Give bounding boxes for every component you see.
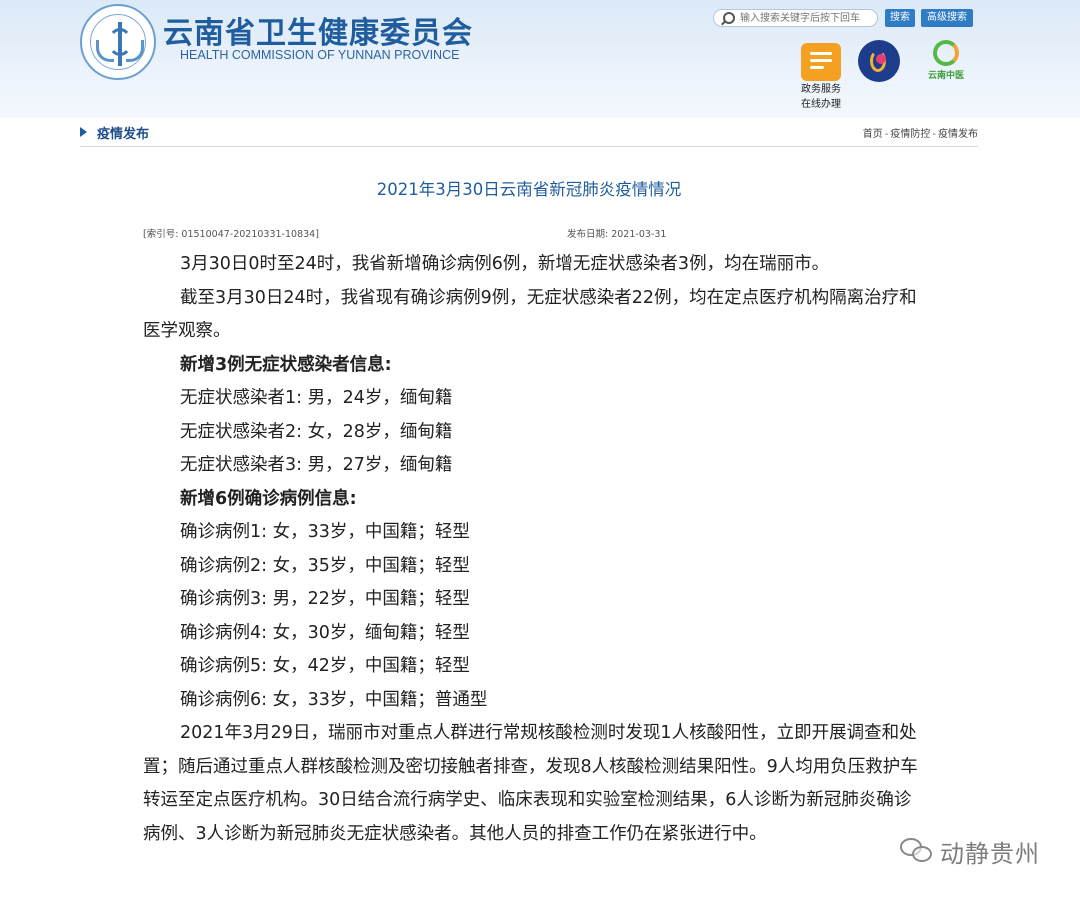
yunnan-tcm-logo[interactable]: 云南中医 [920, 40, 972, 84]
closing-paragraph: 2021年3月29日，瑞丽市对重点人群进行常规核酸检测时发现1人核酸阳性，立即开… [143, 723, 918, 844]
breadcrumb-separator: - [932, 129, 936, 140]
section-title[interactable]: 疫情发布 [97, 123, 149, 142]
confirmed-item: 确诊病例1: 女，33岁，中国籍；轻型 [180, 522, 470, 542]
service-label-line1: 政务服务 [801, 84, 841, 95]
paragraph: 3月30日0时至24时，我省新增确诊病例6例，新增无症状感染者3例，均在瑞丽市。 [180, 254, 830, 274]
provincial-logo-icon[interactable] [858, 40, 900, 82]
confirmed-item: 确诊病例6: 女，33岁，中国籍；普通型 [180, 689, 488, 710]
breadcrumb-epidemic-control[interactable]: 疫情防控 [890, 129, 930, 140]
watermark-text: 动静贵州 [940, 840, 1040, 868]
article-body: 3月30日0时至24时，我省新增确诊病例6例，新增无症状感染者3例，均在瑞丽市。… [143, 248, 918, 851]
government-service-icon [801, 43, 841, 81]
service-label-line2: 在线办理 [801, 99, 841, 110]
yunnan-tcm-label: 云南中医 [927, 71, 964, 81]
breadcrumb: 首页 - 疫情防控 - 疫情发布 [863, 125, 978, 140]
search-input[interactable] [740, 11, 875, 25]
confirmed-item: 确诊病例5: 女，42岁，中国籍；轻型 [180, 656, 470, 676]
asymptomatic-item: 无症状感染者2: 女，28岁，缅甸籍 [180, 421, 453, 442]
health-commission-emblem-icon[interactable] [80, 4, 156, 80]
section-nav: 疫情发布 首页 - 疫情防控 - 疫情发布 [80, 118, 978, 147]
article-title: 2021年3月30日云南省新冠肺炎疫情情况 [376, 180, 682, 199]
confirmed-heading: 新增6例确诊病例信息: [180, 488, 357, 509]
paragraph: 截至3月30日24时，我省现有确诊病例9例，无症状感染者22例，均在定点医疗机构… [143, 287, 917, 342]
search-button[interactable]: 搜索 [885, 9, 915, 27]
breadcrumb-separator: - [884, 129, 889, 140]
confirmed-item: 确诊病例3: 男，22岁，中国籍；轻型 [180, 589, 470, 609]
site-title[interactable]: 云南省卫生健康委员会 [163, 8, 473, 52]
government-service-link[interactable]: 政务服务 在线办理 [799, 43, 843, 111]
confirmed-item: 确诊病例4: 女，30岁，缅甸籍；轻型 [180, 622, 470, 643]
site-header: 云南省卫生健康委员会 HEALTH COMMISSION OF YUNNAN P… [0, 0, 1080, 118]
triangle-right-icon [80, 127, 87, 137]
yunnan-tcm-icon [933, 40, 959, 66]
search-icon [723, 12, 735, 24]
asymptomatic-item: 无症状感染者3: 男，27岁，缅甸籍 [180, 455, 453, 475]
breadcrumb-epidemic-release[interactable]: 疫情发布 [938, 129, 978, 140]
article-index-number: [索引号: 01510047-20210331-10834] [143, 229, 319, 240]
asymptomatic-item: 无症状感染者1: 男，24岁，缅甸籍 [180, 388, 453, 408]
asymptomatic-heading: 新增3例无症状感染者信息: [180, 354, 392, 375]
article-publish-date: 发布日期: 2021-03-31 [567, 229, 667, 240]
search-box[interactable] [713, 9, 878, 27]
breadcrumb-home[interactable]: 首页 [863, 129, 883, 140]
wechat-icon [900, 836, 934, 864]
advanced-search-button[interactable]: 高级搜索 [921, 9, 973, 27]
confirmed-item: 确诊病例2: 女，35岁，中国籍；轻型 [180, 555, 470, 576]
site-subtitle: HEALTH COMMISSION OF YUNNAN PROVINCE [180, 48, 460, 62]
